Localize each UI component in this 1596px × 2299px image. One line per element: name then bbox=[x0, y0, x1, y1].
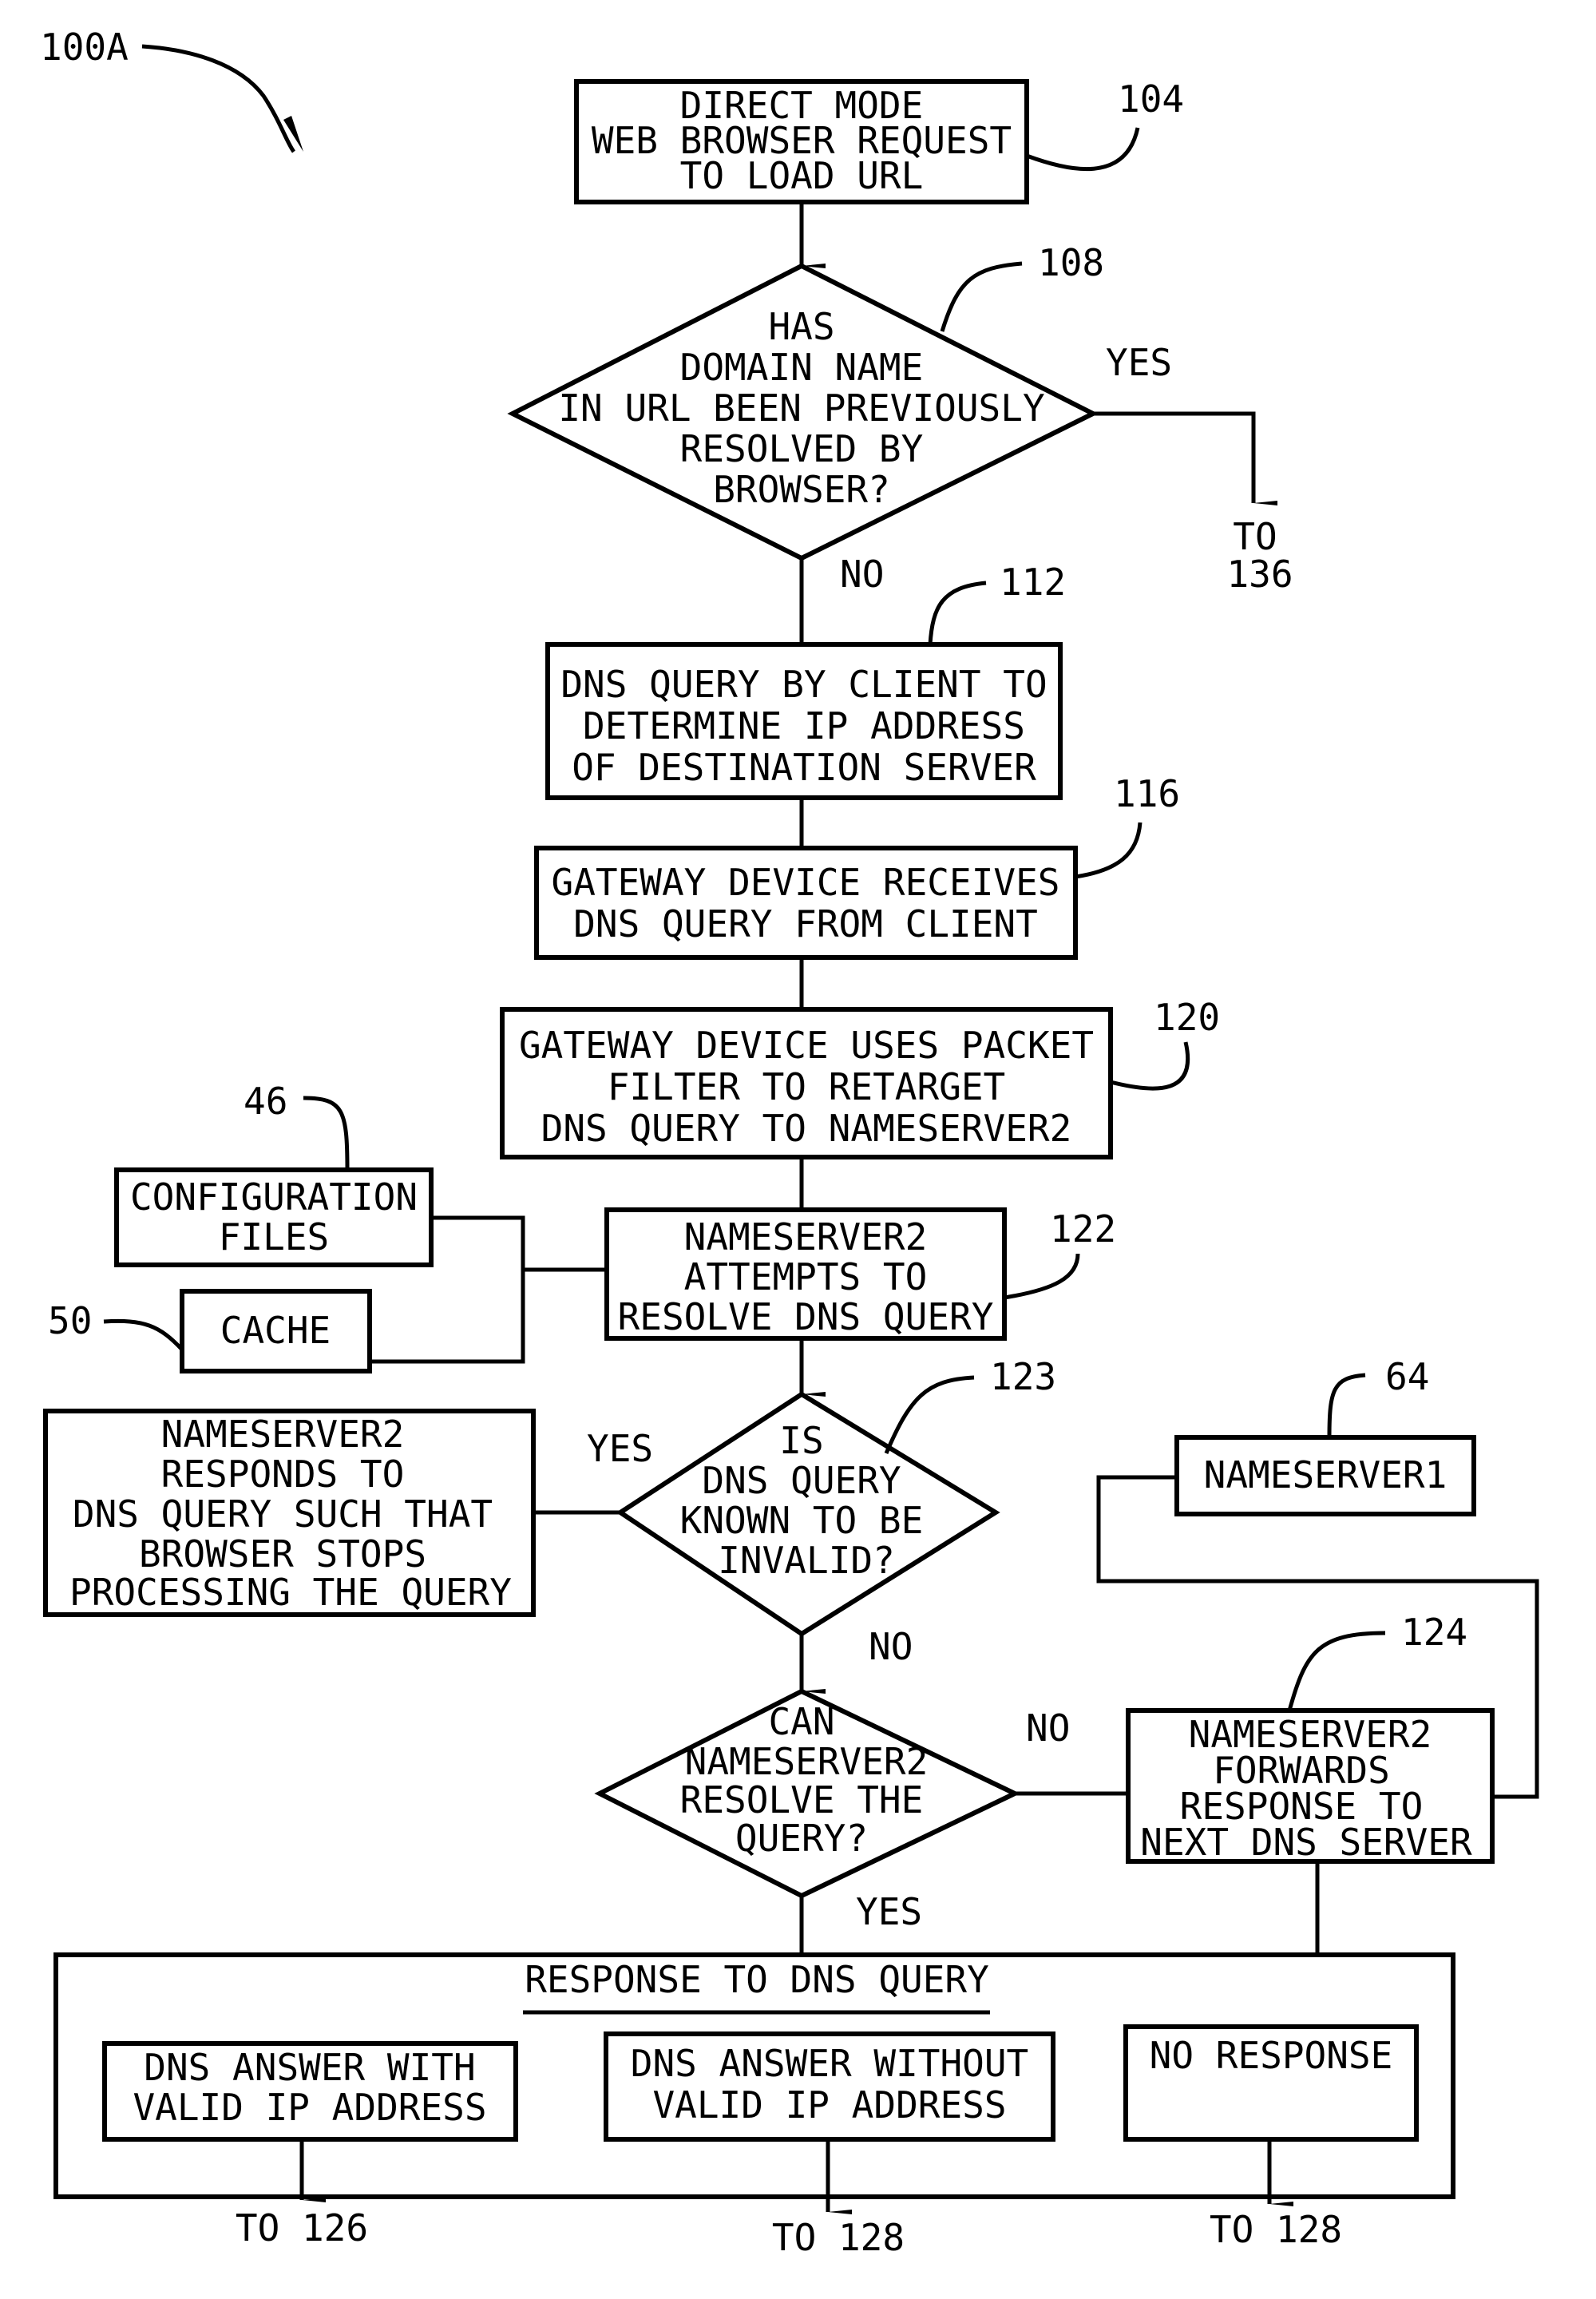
node-112: DNS QUERY BY CLIENT TO DETERMINE IP ADDR… bbox=[545, 561, 1066, 800]
offpage-136-line: 136 bbox=[1226, 553, 1293, 596]
no-label: NO bbox=[840, 553, 884, 596]
node-120-line: FILTER TO RETARGET bbox=[608, 1065, 1006, 1108]
node-108-line: BROWSER? bbox=[713, 468, 890, 511]
cache-label: CACHE bbox=[220, 1309, 331, 1352]
ref-120: 120 bbox=[1154, 996, 1220, 1039]
node-invalid-response: NAMESERVER2 RESPONDS TO DNS QUERY SUCH T… bbox=[43, 1409, 536, 1617]
leader-122 bbox=[1004, 1253, 1080, 1300]
leader-50 bbox=[103, 1318, 184, 1351]
node-112-line: OF DESTINATION SERVER bbox=[572, 746, 1036, 789]
figure-label: 100A bbox=[40, 26, 129, 69]
leader-64 bbox=[1327, 1373, 1366, 1438]
ref-116: 116 bbox=[1114, 772, 1180, 815]
node-120-line: GATEWAY DEVICE USES PACKET bbox=[519, 1024, 1094, 1067]
node-64: NAMESERVER1 64 bbox=[1174, 1355, 1476, 1516]
node-104: DIRECT MODE WEB BROWSER REQUEST TO LOAD … bbox=[574, 77, 1184, 204]
no-response-label: NO RESPONSE bbox=[1150, 2034, 1393, 2077]
answer-invalid-line: DNS ANSWER WITHOUT bbox=[631, 2042, 1029, 2085]
node-123: IS DNS QUERY KNOWN TO BE INVALID? 123 YE… bbox=[587, 1355, 1056, 1668]
node-123-line: INVALID? bbox=[718, 1539, 895, 1582]
answer-invalid-line: VALID IP ADDRESS bbox=[652, 2083, 1006, 2127]
node-can-resolve: CAN NAMESERVER2 RESOLVE THE QUERY? NO YE… bbox=[594, 1688, 1070, 1933]
response-title: RESPONSE TO DNS QUERY bbox=[525, 1958, 989, 2001]
node-122-line: NAMESERVER2 bbox=[684, 1215, 928, 1259]
node-108-line: DOMAIN NAME bbox=[680, 346, 924, 389]
yes-label: YES bbox=[587, 1427, 653, 1470]
invalid-response-line: NAMESERVER2 bbox=[161, 1413, 405, 1456]
yes-label: YES bbox=[1106, 341, 1172, 384]
can-resolve-line: NAMESERVER2 bbox=[685, 1740, 929, 1783]
node-123-line: KNOWN TO BE bbox=[680, 1499, 924, 1542]
leader-116 bbox=[1075, 822, 1143, 879]
can-resolve-line: RESOLVE THE bbox=[680, 1778, 924, 1821]
node-108-line: IN URL BEEN PREVIOUSLY bbox=[558, 386, 1044, 430]
invalid-response-line: DNS QUERY SUCH THAT bbox=[73, 1492, 493, 1536]
node-108: HAS DOMAIN NAME IN URL BEEN PREVIOUSLY R… bbox=[507, 241, 1172, 596]
arrow-108-yes bbox=[1093, 411, 1277, 505]
node-108-line: HAS bbox=[768, 305, 834, 348]
config-files-line: CONFIGURATION bbox=[130, 1175, 418, 1219]
answer-valid-line: DNS ANSWER WITH bbox=[144, 2046, 475, 2089]
node-120: GATEWAY DEVICE USES PACKET FILTER TO RET… bbox=[500, 996, 1220, 1159]
leader-108 bbox=[940, 261, 1023, 332]
ref-123: 123 bbox=[990, 1355, 1056, 1398]
invalid-response-line: PROCESSING THE QUERY bbox=[69, 1571, 512, 1614]
node-50: CACHE 50 bbox=[48, 1289, 372, 1373]
response-container: RESPONSE TO DNS QUERY DNS ANSWER WITH VA… bbox=[53, 1952, 1455, 2199]
node-46: CONFIGURATION FILES 46 bbox=[114, 1080, 434, 1267]
leader-124 bbox=[1287, 1631, 1386, 1711]
ref-50: 50 bbox=[48, 1299, 92, 1342]
no-label: NO bbox=[1026, 1706, 1070, 1750]
flowchart: 100A DIRECT MODE WEB BROWSER REQUEST TO … bbox=[40, 26, 1539, 2259]
node-124: NAMESERVER2 FORWARDS RESPONSE TO NEXT DN… bbox=[1126, 1611, 1495, 1864]
leader-46 bbox=[303, 1096, 350, 1171]
node-122: NAMESERVER2 ATTEMPTS TO RESOLVE DNS QUER… bbox=[604, 1207, 1116, 1341]
offpage-128b: TO 128 bbox=[1210, 2208, 1342, 2251]
node-112-line: DNS QUERY BY CLIENT TO bbox=[560, 663, 1047, 706]
node-124-line: NEXT DNS SERVER bbox=[1140, 1821, 1472, 1864]
ref-112: 112 bbox=[1000, 561, 1066, 604]
ref-108: 108 bbox=[1038, 241, 1104, 284]
ref-104: 104 bbox=[1118, 77, 1184, 121]
invalid-response-line: BROWSER STOPS bbox=[139, 1532, 426, 1576]
node-123-line: DNS QUERY bbox=[702, 1459, 901, 1502]
ref-64: 64 bbox=[1385, 1355, 1429, 1398]
node-120-line: DNS QUERY TO NAMESERVER2 bbox=[541, 1107, 1072, 1150]
ref-46: 46 bbox=[244, 1080, 287, 1123]
offpage-128a: TO 128 bbox=[772, 2216, 905, 2259]
node-116-line: DNS QUERY FROM CLIENT bbox=[573, 902, 1038, 945]
invalid-response-line: RESPONDS TO bbox=[161, 1453, 405, 1496]
node-108-line: RESOLVED BY bbox=[680, 427, 924, 470]
can-resolve-line: QUERY? bbox=[735, 1817, 868, 1860]
no-label: NO bbox=[869, 1625, 913, 1668]
node-112-line: DETERMINE IP ADDRESS bbox=[583, 704, 1025, 747]
nameserver1-label: NAMESERVER1 bbox=[1204, 1453, 1447, 1496]
node-122-line: ATTEMPTS TO bbox=[684, 1255, 928, 1298]
config-files-line: FILES bbox=[219, 1215, 329, 1259]
answer-valid-line: VALID IP ADDRESS bbox=[133, 2086, 486, 2129]
node-116-line: GATEWAY DEVICE RECEIVES bbox=[552, 861, 1060, 904]
node-123-line: IS bbox=[779, 1419, 823, 1462]
leader-123 bbox=[884, 1375, 975, 1454]
can-resolve-line: CAN bbox=[768, 1700, 834, 1743]
figure-leader bbox=[141, 44, 296, 153]
offpage-126: TO 126 bbox=[236, 2206, 368, 2249]
ref-124: 124 bbox=[1401, 1611, 1467, 1654]
leader-112 bbox=[928, 581, 987, 645]
figure-arrowhead-icon bbox=[283, 116, 303, 152]
node-104-line: TO LOAD URL bbox=[680, 154, 924, 197]
node-122-line: RESOLVE DNS QUERY bbox=[618, 1295, 994, 1338]
yes-label: YES bbox=[856, 1890, 922, 1933]
ref-122: 122 bbox=[1050, 1207, 1116, 1251]
offpage-136-line: TO bbox=[1233, 515, 1277, 558]
leader-104 bbox=[1026, 127, 1140, 172]
leader-120 bbox=[1110, 1041, 1190, 1091]
